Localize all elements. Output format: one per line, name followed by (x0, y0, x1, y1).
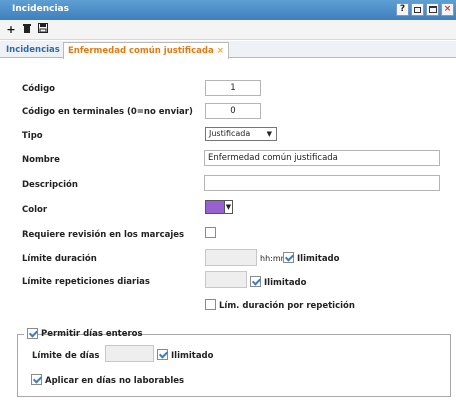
window-titlebar: Incidencias ? × (0, 0, 456, 20)
tab-incidencias[interactable]: Incidencias (2, 42, 64, 58)
maximize-button[interactable] (426, 3, 439, 16)
descripcion-label: Descripción (22, 180, 78, 190)
no-laborables-checkbox[interactable] (31, 374, 42, 385)
dropdown-arrow-icon: ▼ (266, 130, 272, 138)
delete-icon[interactable] (20, 23, 34, 37)
limite-dias-input[interactable] (105, 345, 154, 362)
add-icon[interactable]: + (4, 23, 18, 37)
nombre-input[interactable]: Enfermedad común justificada (204, 150, 440, 166)
maximize-icon (428, 6, 437, 13)
color-dropdown-icon[interactable]: ▼ (224, 200, 233, 214)
lim-duracion-repeticion-label: Lím. duración por repetición (219, 301, 355, 311)
no-laborables-label: Aplicar en días no laborables (45, 376, 185, 386)
color-label: Color (22, 205, 48, 215)
limite-dias-ilimitado-label: Ilimitado (171, 351, 214, 361)
dias-enteros-label: Permitir días enteros (41, 329, 143, 339)
limite-repeticiones-ilimitado-checkbox[interactable] (250, 276, 261, 287)
minimize-icon (414, 7, 421, 13)
tab-enfermedad[interactable]: Enfermedad común justificada × (63, 42, 229, 59)
codigo-input[interactable]: 1 (205, 80, 261, 96)
toolbar: + (0, 20, 456, 40)
limite-dias-label: Límite de días (32, 351, 100, 361)
floppy-icon (38, 23, 48, 33)
window-title: Incidencias (12, 4, 69, 14)
limite-repeticiones-label: Límite repeticiones diarias (22, 277, 150, 287)
nombre-label: Nombre (22, 155, 60, 165)
tab-label: Enfermedad común justificada (68, 46, 214, 56)
codigo-terminales-input[interactable]: 0 (205, 103, 261, 119)
limite-duracion-input[interactable] (205, 249, 257, 266)
dias-enteros-checkbox[interactable] (27, 328, 38, 339)
requiere-revision-checkbox[interactable] (205, 227, 216, 238)
tab-close-icon[interactable]: × (217, 46, 224, 56)
save-icon[interactable] (36, 23, 50, 37)
limite-dias-ilimitado-checkbox[interactable] (157, 349, 168, 360)
lim-duracion-repeticion-checkbox[interactable] (205, 299, 216, 310)
codigo-label: Código (22, 84, 55, 94)
tipo-selected: Justificada (209, 129, 251, 138)
limite-repeticiones-ilimitado-label: Ilimitado (264, 278, 307, 288)
codigo-terminales-label: Código en terminales (0=no enviar) (22, 107, 193, 117)
minimize-button[interactable] (411, 3, 424, 16)
close-button[interactable]: × (441, 3, 454, 16)
limite-duracion-ilimitado-checkbox[interactable] (283, 252, 294, 263)
trash-icon (23, 24, 31, 33)
dias-enteros-fieldset (17, 334, 451, 397)
limite-repeticiones-input[interactable] (205, 271, 247, 288)
dias-enteros-legend: Permitir días enteros (24, 328, 143, 340)
tipo-select[interactable]: Justificada ▼ (205, 127, 277, 141)
tab-strip: Incidencias Enfermedad común justificada… (0, 41, 456, 59)
descripcion-input[interactable] (204, 175, 440, 191)
color-swatch[interactable] (205, 200, 225, 214)
requiere-revision-label: Requiere revisión en los marcajes (22, 230, 185, 240)
limite-duracion-ilimitado-label: Ilimitado (297, 254, 340, 264)
limite-duracion-label: Límite duración (22, 254, 97, 264)
tipo-label: Tipo (22, 131, 43, 141)
help-button[interactable]: ? (396, 3, 409, 16)
